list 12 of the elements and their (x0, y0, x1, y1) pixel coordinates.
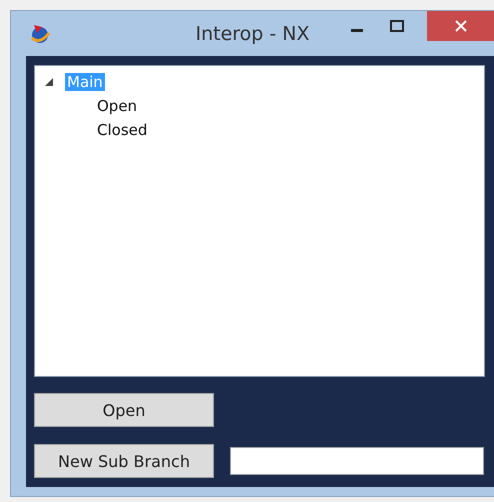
minimize-icon (351, 29, 363, 32)
tree-item[interactable]: Closed (95, 121, 150, 139)
input-field[interactable] (230, 447, 484, 475)
tree-item[interactable]: Open (95, 97, 140, 115)
app-logo-icon (29, 23, 51, 45)
open-button[interactable]: Open (34, 393, 214, 427)
window-title: Interop - NX (195, 23, 310, 45)
close-button[interactable] (427, 11, 494, 41)
new-sub-branch-button[interactable]: New Sub Branch (34, 444, 214, 478)
maximize-icon (390, 20, 404, 32)
expander-icon[interactable] (45, 78, 53, 86)
close-icon (454, 20, 466, 32)
